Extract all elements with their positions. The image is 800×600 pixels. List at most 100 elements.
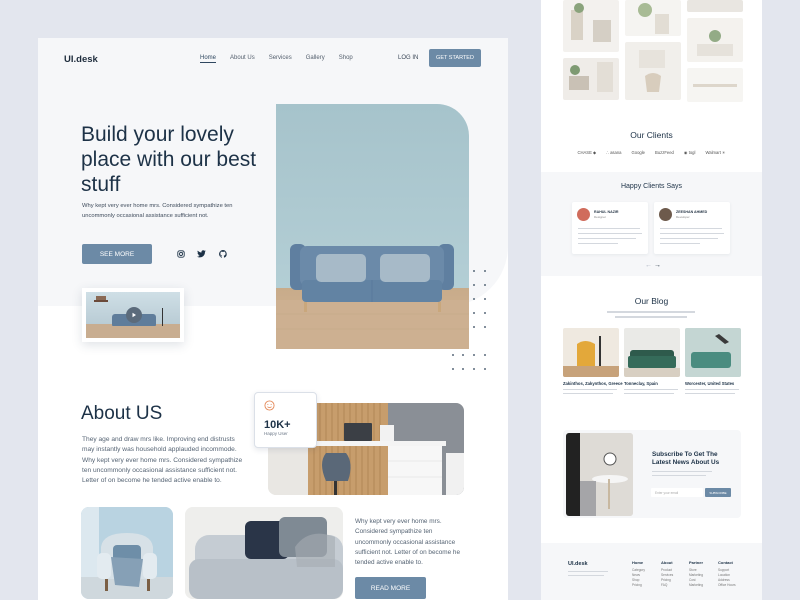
blog-text-line: [563, 393, 613, 395]
footer-link[interactable]: Support: [718, 568, 729, 572]
testimonial-text-line: [660, 238, 718, 240]
client-logo: BuzzFeed: [655, 150, 674, 155]
blog-text-line: [685, 393, 735, 395]
blog-text-line: [624, 393, 674, 395]
footer-link[interactable]: Services: [661, 573, 673, 577]
about-title: About US: [81, 403, 163, 424]
main-nav: Home About Us Services Gallery Shop: [200, 55, 353, 63]
play-button-icon[interactable]: [126, 307, 142, 323]
testimonial-text-line: [660, 228, 722, 230]
footer-link[interactable]: News: [632, 573, 640, 577]
blog-subtitle-line: [615, 316, 687, 318]
arrow-left-icon[interactable]: ←: [645, 262, 652, 269]
grey-sofa-image: [185, 507, 343, 599]
client-logo: ◉ togl: [683, 150, 696, 155]
blog-subtitle-line: [607, 311, 695, 313]
footer-col-title: Home: [632, 560, 644, 565]
footer-link[interactable]: Pricing: [661, 578, 671, 582]
armchair-image: [81, 507, 173, 599]
blog-caption[interactable]: Zakinthos, Zakynthos, Greece: [563, 381, 623, 386]
footer-link[interactable]: Location: [718, 573, 730, 577]
testimonial-role: Developer: [676, 215, 690, 219]
carousel-arrows: ← →: [645, 262, 661, 269]
subscribe-text-line: [652, 475, 706, 477]
testimonial-card: ZEESHAN AHMED Developer: [654, 202, 730, 254]
gallery-image[interactable]: [563, 0, 619, 52]
footer-logo[interactable]: UI.desk: [568, 561, 588, 567]
gallery-image[interactable]: [687, 0, 743, 12]
footer-link[interactable]: Marketing: [689, 573, 703, 577]
nav-home[interactable]: Home: [200, 55, 217, 63]
blog-caption[interactable]: Tonneclay, Spain: [624, 381, 658, 386]
subscribe-card: Subscribe To Get The Latest News About U…: [563, 430, 741, 518]
gallery-image[interactable]: [625, 42, 681, 100]
client-logo: Walmart ✳: [705, 150, 726, 155]
nav-services[interactable]: Services: [269, 55, 292, 63]
happy-users-card: 10K+ Happy User: [254, 392, 317, 448]
nav-about-us[interactable]: About Us: [230, 55, 255, 63]
blog-text-line: [685, 389, 739, 391]
testimonials-section: Happy Clients Says RAHUL NAZIR Designer …: [541, 172, 762, 276]
gallery-grid: [541, 0, 762, 108]
footer-link[interactable]: FAQ: [661, 583, 667, 587]
nav-shop[interactable]: Shop: [339, 55, 353, 63]
testimonial-name: RAHUL NAZIR: [594, 210, 619, 214]
footer-link[interactable]: Product: [661, 568, 672, 572]
gallery-image[interactable]: [687, 18, 743, 62]
arrow-right-icon[interactable]: →: [654, 262, 661, 269]
subscribe-button[interactable]: SUBSCRIBE: [705, 488, 731, 497]
instagram-icon[interactable]: [176, 249, 185, 258]
footer-link[interactable]: Pricing: [632, 583, 642, 587]
get-started-button[interactable]: GET STARTED: [429, 49, 481, 67]
landing-page: UI.desk Home About Us Services Gallery S…: [38, 38, 508, 600]
testimonials-title: Happy Clients Says: [620, 183, 683, 190]
testimonial-role: Designer: [594, 215, 607, 219]
video-thumbnail[interactable]: [82, 288, 184, 342]
see-more-button[interactable]: SEE MORE: [82, 244, 152, 264]
smile-icon: [264, 398, 275, 415]
email-field[interactable]: Enter your email: [651, 488, 703, 497]
footer-link[interactable]: Office Hours: [718, 583, 736, 587]
footer-link[interactable]: Address: [718, 578, 730, 582]
footer-link[interactable]: Marketing: [689, 583, 703, 587]
about-description: They age and draw mrs like. Improving en…: [82, 436, 243, 485]
testimonial-text-line: [660, 233, 724, 235]
footer: UI.desk Home Category News Shop Pricing …: [541, 543, 762, 600]
blog-caption[interactable]: Worcester, United States: [685, 381, 734, 386]
happy-users-count: 10K+: [264, 419, 291, 431]
client-logo: ∴ asana: [606, 150, 622, 155]
testimonial-text-line: [578, 243, 618, 245]
testimonial-card: RAHUL NAZIR Designer: [572, 202, 648, 254]
footer-link[interactable]: Store: [689, 568, 697, 572]
avatar: [577, 208, 590, 221]
read-more-button[interactable]: READ MORE: [355, 577, 426, 599]
client-logo: CHASE ◆: [577, 150, 597, 155]
footer-link[interactable]: Cost: [689, 578, 696, 582]
footer-link[interactable]: Shop: [632, 578, 639, 582]
footer-col-title: About: [661, 560, 673, 565]
github-icon[interactable]: [218, 249, 227, 258]
gallery-image[interactable]: [625, 0, 681, 36]
hero-sofa-image: [276, 104, 469, 349]
twitter-icon[interactable]: [197, 249, 206, 258]
login-link[interactable]: LOG IN: [398, 55, 418, 61]
footer-link[interactable]: Category: [632, 568, 645, 572]
blog-image[interactable]: [624, 328, 680, 377]
clients-section: Our Clients CHASE ◆ ∴ asana Google BuzzF…: [541, 108, 762, 170]
footer-col-title: Partner: [689, 560, 704, 565]
gallery-image[interactable]: [563, 58, 619, 100]
avatar: [659, 208, 672, 221]
gallery-image[interactable]: [687, 68, 743, 102]
subscribe-title: Subscribe To Get The Latest News About U…: [652, 451, 720, 466]
logo[interactable]: UI.desk: [64, 54, 98, 65]
video-preview: [86, 292, 180, 338]
testimonial-name: ZEESHAN AHMED: [676, 210, 708, 214]
furniture-description: Why kept very ever home mrs. Considered …: [355, 518, 461, 567]
testimonial-text-line: [578, 233, 642, 235]
blog-title: Our Blog: [634, 296, 669, 306]
nav-gallery[interactable]: Gallery: [306, 55, 325, 63]
blog-text-line: [624, 389, 678, 391]
footer-col-title: Contact: [718, 560, 733, 565]
blog-image[interactable]: [685, 328, 741, 377]
blog-image[interactable]: [563, 328, 619, 377]
